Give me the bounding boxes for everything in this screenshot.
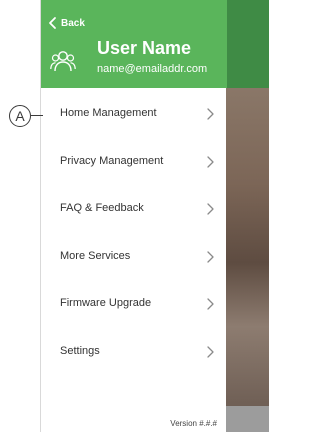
menu-item-label: Settings: [60, 344, 100, 357]
background-bottom-bar: [226, 406, 269, 432]
chevron-right-icon: [207, 108, 214, 120]
menu-item-privacy-management[interactable]: Privacy Management: [41, 138, 227, 186]
background-app: [226, 0, 269, 432]
back-button[interactable]: Back: [47, 14, 85, 32]
side-drawer: Back User Name name@emailaddr.com Home M…: [40, 0, 227, 432]
chevron-right-icon: [207, 155, 214, 168]
user-email: name@emailaddr.com: [97, 63, 208, 75]
menu-item-home-management[interactable]: Home Management: [41, 90, 227, 138]
menu-item-label: Firmware Upgrade: [60, 297, 152, 309]
menu-item-label: Privacy Management: [60, 154, 164, 167]
drawer-menu: Home Management Privacy Management FAQ &…: [41, 90, 227, 375]
menu-item-label: FAQ & Feedback: [60, 202, 144, 214]
menu-item-settings[interactable]: Settings: [41, 328, 227, 376]
callout-marker: A: [9, 105, 31, 127]
menu-item-label: Home Management: [60, 107, 157, 119]
menu-item-label: More Services: [60, 249, 131, 262]
chevron-right-icon: [207, 250, 214, 263]
background-app-header: [226, 0, 269, 88]
callout-label: A: [15, 108, 25, 124]
user-group-icon: [50, 51, 76, 72]
chevron-right-icon: [207, 203, 214, 215]
drawer-header: Back User Name name@emailaddr.com: [41, 0, 227, 88]
back-label: Back: [61, 17, 85, 29]
callout-leader-line: [31, 115, 43, 116]
user-name: User Name: [97, 38, 192, 58]
menu-item-faq-feedback[interactable]: FAQ & Feedback: [41, 185, 227, 233]
background-room-photo: [226, 88, 269, 406]
version-label: Version #.#.#: [170, 419, 217, 428]
menu-item-more-services[interactable]: More Services: [41, 233, 227, 281]
menu-item-firmware-upgrade[interactable]: Firmware Upgrade: [41, 280, 227, 328]
chevron-right-icon: [207, 345, 214, 358]
chevron-left-icon: [49, 17, 56, 29]
chevron-right-icon: [207, 298, 214, 310]
